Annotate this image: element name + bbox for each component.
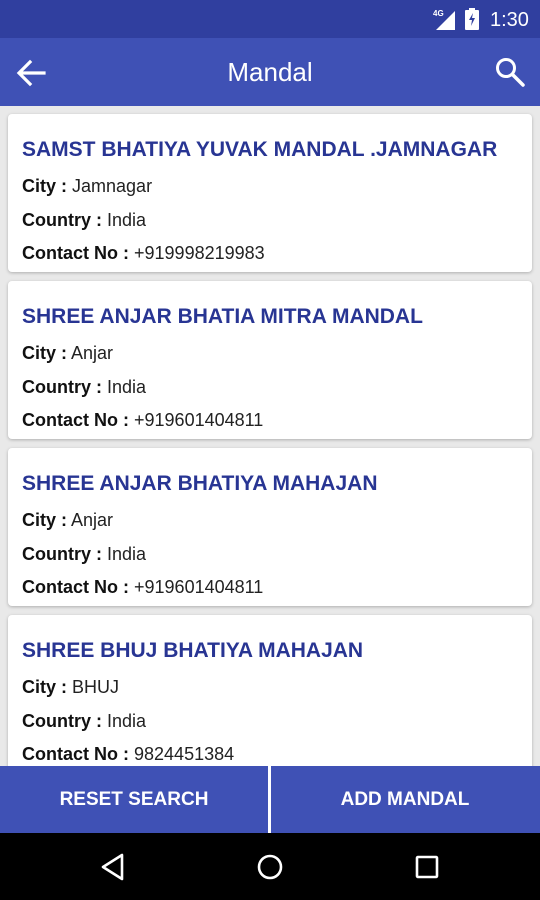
bottom-action-bar: RESET SEARCH ADD MANDAL [0, 766, 540, 833]
mandal-list[interactable]: SAMST BHATIYA YUVAK MANDAL .JAMNAGAR Cit… [0, 106, 540, 766]
city-label: City : [22, 510, 67, 530]
contact-row: Contact No : +919601404811 [22, 410, 263, 431]
add-mandal-button[interactable]: ADD MANDAL [271, 766, 539, 833]
city-row: City : BHUJ [22, 677, 119, 698]
city-label: City : [22, 343, 67, 363]
mandal-card[interactable]: SHREE ANJAR BHATIA MITRA MANDAL City : A… [8, 281, 532, 439]
city-row: City : Anjar [22, 510, 113, 531]
contact-label: Contact No : [22, 577, 129, 597]
city-value: Anjar [71, 343, 114, 363]
mandal-card[interactable]: SHREE ANJAR BHATIYA MAHAJAN City : Anjar… [8, 448, 532, 606]
mandal-name: SHREE ANJAR BHATIYA MAHAJAN [22, 472, 378, 495]
network-label: 4G [433, 9, 444, 18]
contact-value: 9824451384 [134, 744, 235, 764]
page-title: Mandal [227, 57, 313, 87]
contact-label: Contact No : [22, 243, 129, 263]
city-value: Jamnagar [72, 176, 153, 196]
country-label: Country : [22, 544, 102, 564]
contact-label: Contact No : [22, 744, 129, 764]
contact-value: +919998219983 [134, 243, 265, 263]
search-icon[interactable] [494, 56, 526, 88]
country-row: Country : India [22, 711, 146, 732]
nav-back-icon[interactable] [98, 851, 130, 883]
reset-search-button[interactable]: RESET SEARCH [0, 766, 268, 833]
mandal-name: SHREE ANJAR BHATIA MITRA MANDAL [22, 305, 423, 328]
country-label: Country : [22, 377, 102, 397]
status-time: 1:30 [490, 9, 529, 31]
country-value: India [107, 377, 147, 397]
mandal-name: SAMST BHATIYA YUVAK MANDAL .JAMNAGAR [22, 138, 498, 161]
contact-row: Contact No : +919601404811 [22, 577, 263, 598]
nav-recents-icon[interactable] [411, 851, 443, 883]
status-bar: 4G 1:30 [0, 0, 540, 38]
battery-icon [465, 8, 479, 30]
nav-home-icon[interactable] [254, 851, 286, 883]
country-value: India [107, 711, 147, 731]
city-label: City : [22, 677, 67, 697]
mandal-name: SHREE BHUJ BHATIYA MAHAJAN [22, 639, 364, 662]
contact-value: +919601404811 [134, 577, 264, 597]
country-row: Country : India [22, 377, 146, 398]
city-value: BHUJ [72, 677, 120, 697]
city-row: City : Jamnagar [22, 176, 152, 197]
contact-value: +919601404811 [134, 410, 264, 430]
country-label: Country : [22, 711, 102, 731]
city-row: City : Anjar [22, 343, 113, 364]
mandal-card[interactable]: SAMST BHATIYA YUVAK MANDAL .JAMNAGAR Cit… [8, 114, 532, 272]
city-label: City : [22, 176, 67, 196]
country-row: Country : India [22, 544, 146, 565]
contact-row: Contact No : 9824451384 [22, 744, 234, 765]
mandal-card[interactable]: SHREE BHUJ BHATIYA MAHAJAN City : BHUJ C… [8, 615, 532, 766]
country-value: India [107, 544, 147, 564]
country-label: Country : [22, 210, 102, 230]
system-nav-bar [0, 833, 540, 900]
app-bar: Mandal [0, 38, 540, 106]
country-row: Country : India [22, 210, 146, 231]
signal-icon: 4G [433, 9, 455, 30]
city-value: Anjar [71, 510, 114, 530]
contact-row: Contact No : +919998219983 [22, 243, 265, 264]
country-value: India [107, 210, 147, 230]
contact-label: Contact No : [22, 410, 129, 430]
